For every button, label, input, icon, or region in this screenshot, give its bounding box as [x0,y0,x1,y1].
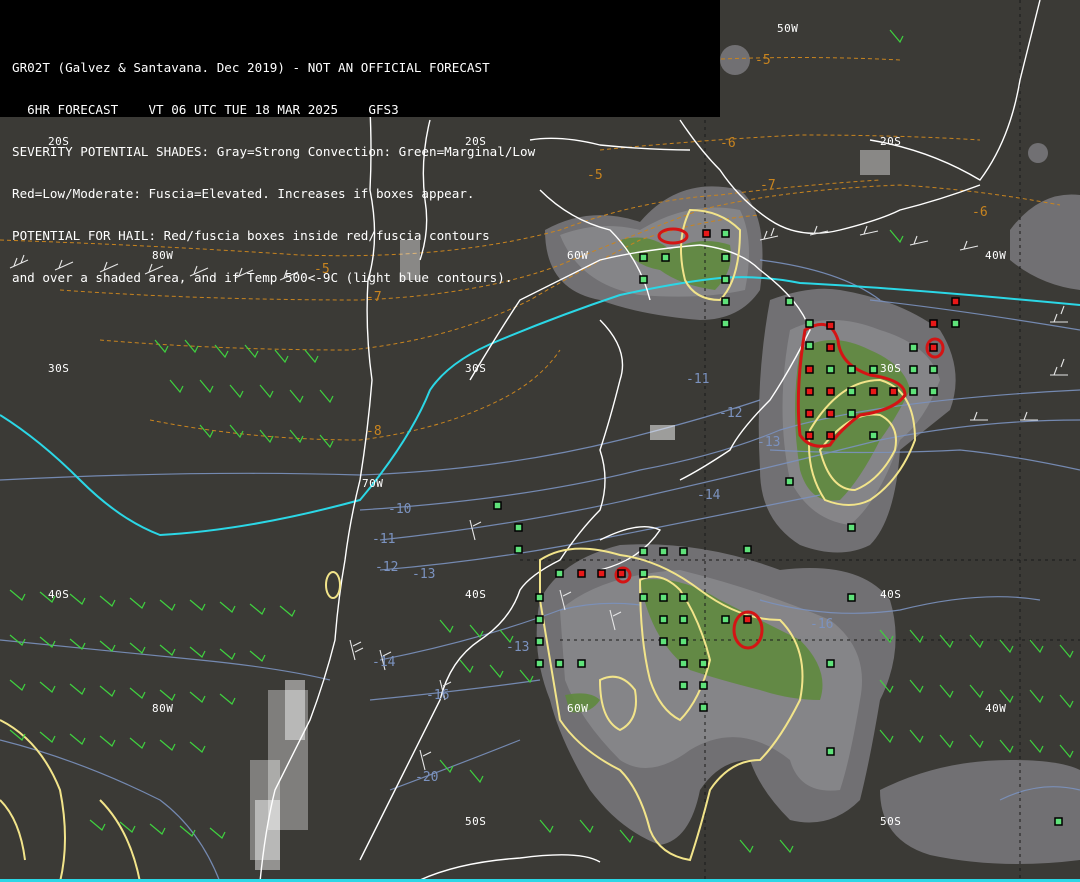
header-line-hail-2: and over a shaded area, and if Temp 500<… [12,271,513,285]
grid-label: 50S [880,815,902,828]
temp-label: -5 [314,262,330,277]
temp-label: -12 [719,406,743,421]
temp-label: -16 [426,688,450,703]
temp-label: -13 [757,435,781,450]
grid-label: 70W [362,477,384,490]
grid-label: 20S [880,135,902,148]
header-line-severity: SEVERITY POTENTIAL SHADES: Gray=Strong C… [12,145,536,159]
header-line-hail: POTENTIAL FOR HAIL: Red/fuscia boxes ins… [12,229,490,243]
header-line-forecast: 6HR FORECAST VT 06 UTC TUE 18 MAR 2025 G… [12,103,399,117]
grid-label: 40S [48,588,70,601]
temp-label: -6 [972,205,988,220]
temp-label: -5 [755,53,771,68]
grid-label: 80W [152,702,174,715]
grid-label: 30S [48,362,70,375]
temp-label: -16 [810,617,834,632]
grid-label: 40W [985,702,1007,715]
temp-label: -7 [366,290,382,305]
grid-label: 60W [567,249,589,262]
grid-label: 40S [880,588,902,601]
grid-label: 50S [465,815,487,828]
grid-label: 30S [880,362,902,375]
temp-label: -11 [372,532,396,547]
temp-label: -13 [506,640,530,655]
temp-label: -10 [388,502,412,517]
grid-label: 40W [985,249,1007,262]
temp-label: -14 [372,655,396,670]
temp-label: -7 [760,178,776,193]
header-line-title: GR02T (Galvez & Santavana. Dec 2019) - N… [12,61,490,75]
temp-label: -8 [366,424,382,439]
temp-label: -14 [697,488,721,503]
temp-label: -5 [587,168,603,183]
temp-label: -20 [415,770,439,785]
temp-label: -11 [686,372,710,387]
grid-label: 50W [777,22,799,35]
grid-label: 60W [567,702,589,715]
forecast-header: GR02T (Galvez & Santavana. Dec 2019) - N… [0,0,720,285]
temp-label: -13 [412,567,436,582]
grid-label: 20S [465,135,487,148]
grid-label: 20S [48,135,70,148]
temp-label: -6 [720,136,736,151]
grid-label: 80W [152,249,174,262]
temp-label: -12 [375,560,399,575]
grid-label: 30S [465,362,487,375]
grid-label: 40S [465,588,487,601]
header-line-severity-2: Red=Low/Moderate: Fuscia=Elevated. Incre… [12,187,475,201]
